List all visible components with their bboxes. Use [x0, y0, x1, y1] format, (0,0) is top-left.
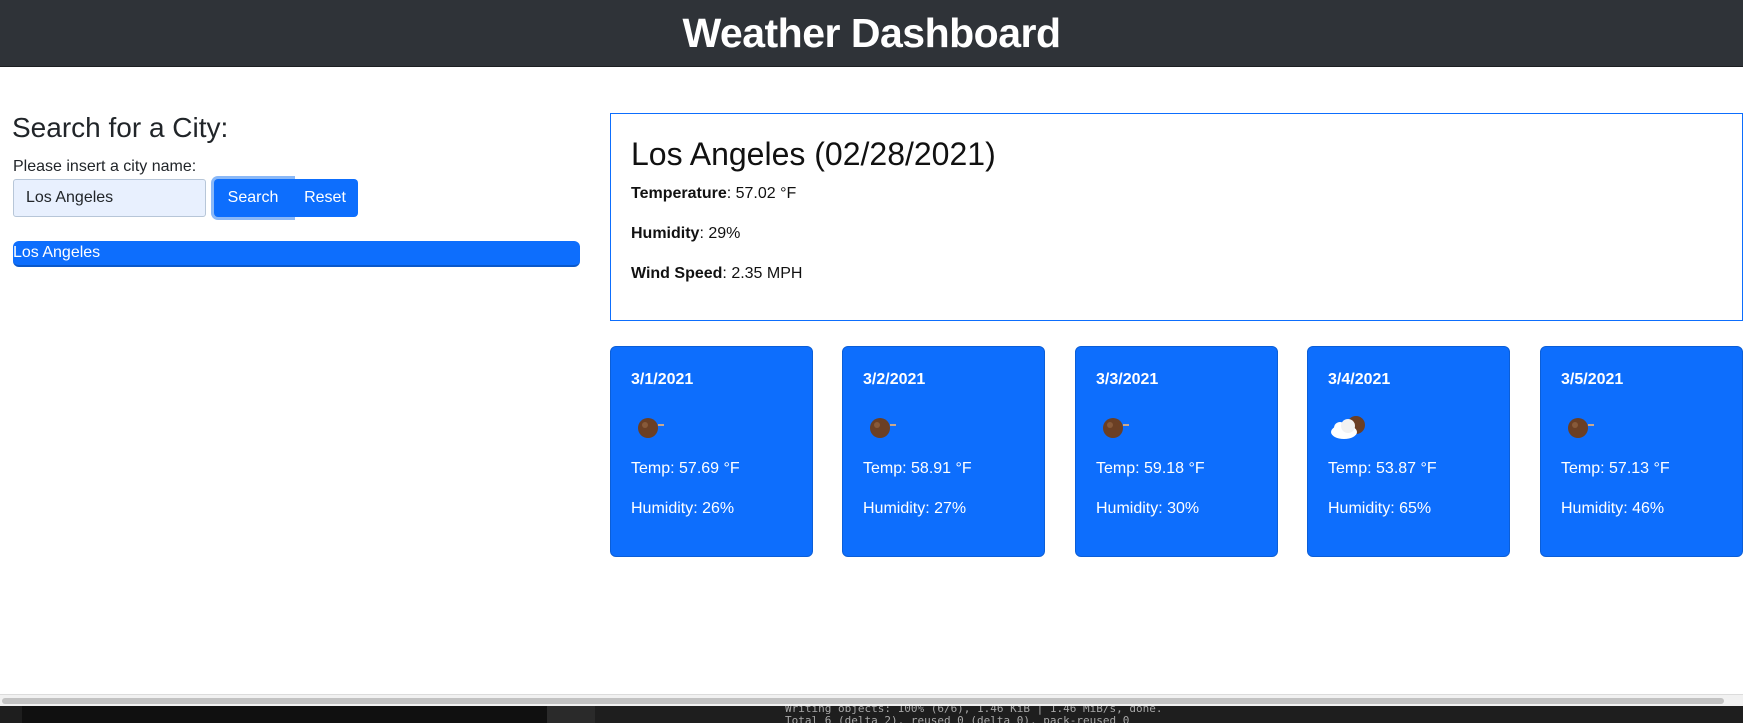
temperature-value: : 57.02 °F [726, 185, 797, 202]
forecast-date: 3/1/2021 [631, 371, 694, 388]
forecast-date: 3/4/2021 [1328, 371, 1391, 388]
forecast-date: 3/2/2021 [863, 371, 926, 388]
city-input-label: Please insert a city name: [13, 158, 197, 175]
terminal-strip: Writing objects: 100% (6/6), 1.46 KiB | … [0, 706, 1743, 723]
forecast-temp: Temp: 58.91 °F [863, 460, 972, 477]
forecast-humidity: Humidity: 65% [1328, 500, 1432, 517]
temperature-label: Temperature [631, 185, 727, 202]
forecast-humidity: Humidity: 46% [1561, 500, 1665, 517]
terminal-sidebar [22, 706, 547, 723]
forecast-temp: Temp: 53.87 °F [1328, 460, 1437, 477]
clear-night-icon [638, 418, 664, 438]
scrollbar-thumb[interactable] [2, 698, 1724, 704]
forecast-temp: Temp: 57.69 °F [631, 460, 740, 477]
clear-night-icon [1568, 418, 1594, 438]
humidity-label: Humidity [631, 225, 700, 242]
app-header: Weather Dashboard [0, 0, 1743, 67]
city-search-input[interactable] [13, 179, 206, 217]
page-title: Weather Dashboard [682, 9, 1061, 56]
forecast-humidity: Humidity: 26% [631, 500, 735, 517]
wind-speed-value: : 2.35 MPH [722, 265, 803, 282]
forecast-card: 3/1/2021 Temp: 57.69 °F Humidity: 26% [610, 346, 813, 557]
current-city-title: Los Angeles (02/28/2021) [631, 136, 996, 172]
humidity-stat: Humidity: 29% [631, 225, 740, 243]
forecast-temp: Temp: 59.18 °F [1096, 460, 1205, 477]
forecast-humidity: Humidity: 30% [1096, 500, 1200, 517]
account-icon[interactable] [547, 706, 595, 723]
forecast-card: 3/3/2021 Temp: 59.18 °F Humidity: 30% [1075, 346, 1278, 557]
clear-night-icon [1103, 418, 1129, 438]
wind-speed-stat: Wind Speed: 2.35 MPH [631, 265, 802, 283]
clear-night-icon [870, 418, 896, 438]
terminal-line-2: Total 6 (delta 2), reused 0 (delta 0), p… [785, 714, 1130, 723]
forecast-card: 3/5/2021 Temp: 57.13 °F Humidity: 46% [1540, 346, 1743, 557]
cloudy-night-icon [1331, 416, 1365, 439]
search-button[interactable]: Search [214, 179, 292, 217]
search-heading: Search for a City: [12, 112, 229, 143]
forecast-temp: Temp: 57.13 °F [1561, 460, 1670, 477]
forecast-card: 3/4/2021 Temp: 53.87 °F Humidity: 65% [1307, 346, 1510, 557]
forecast-humidity: Humidity: 27% [863, 500, 967, 517]
forecast-date: 3/3/2021 [1096, 371, 1159, 388]
wind-speed-label: Wind Speed [631, 265, 723, 282]
history-item-los-angeles[interactable]: Los Angeles [13, 241, 580, 267]
forecast-date: 3/5/2021 [1561, 371, 1624, 388]
terminal-output: Writing objects: 100% (6/6), 1.46 KiB | … [785, 706, 1163, 723]
current-weather-panel: Los Angeles (02/28/2021) Temperature: 57… [610, 113, 1743, 321]
forecast-card: 3/2/2021 Temp: 58.91 °F Humidity: 27% [842, 346, 1045, 557]
humidity-value: : 29% [699, 225, 741, 242]
reset-button[interactable]: Reset [292, 179, 358, 217]
temperature-stat: Temperature: 57.02 °F [631, 185, 796, 203]
